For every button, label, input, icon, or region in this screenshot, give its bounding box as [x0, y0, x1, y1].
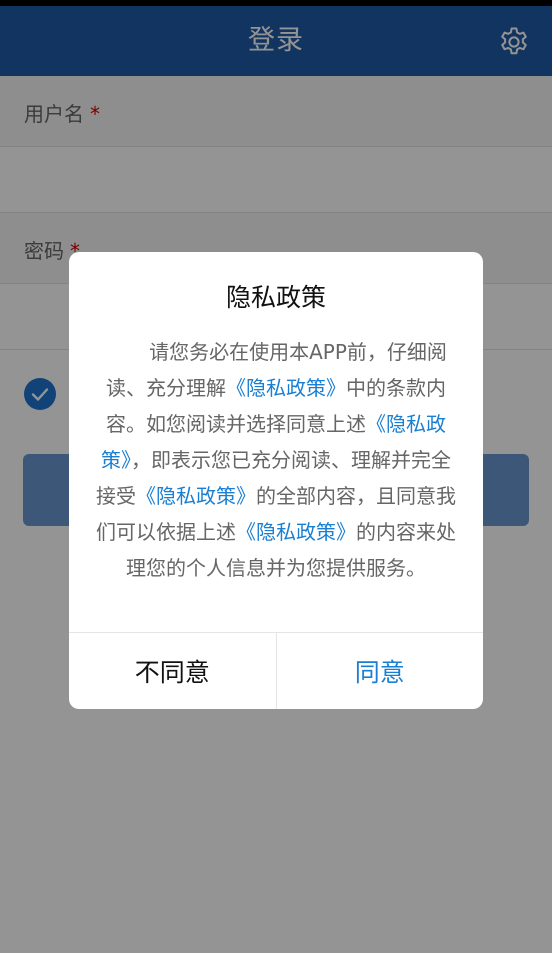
agree-label: 同意: [354, 658, 405, 687]
disagree-label: 不同意: [134, 658, 210, 687]
dialog-actions: 不同意 同意: [69, 632, 483, 709]
privacy-policy-dialog: 隐私政策 请您务必在使用本APP前，仔细阅读、充分理解《隐私政策》中的条款内容。…: [69, 252, 483, 709]
dialog-body: 请您务必在使用本APP前，仔细阅读、充分理解《隐私政策》中的条款内容。如您阅读并…: [93, 334, 459, 586]
dialog-title: 隐私政策: [225, 283, 326, 312]
login-screen: 登录 用户名 * 密码 * 隐私政策 请您务必在使用本APP前，仔细阅读、充分理解《…: [0, 0, 552, 953]
privacy-policy-link[interactable]: 《隐私政策》: [236, 520, 356, 544]
agree-button[interactable]: 同意: [277, 633, 484, 709]
privacy-policy-link[interactable]: 《隐私政策》: [136, 484, 256, 508]
disagree-button[interactable]: 不同意: [69, 633, 277, 709]
privacy-policy-link[interactable]: 《隐私政策》: [226, 376, 346, 400]
